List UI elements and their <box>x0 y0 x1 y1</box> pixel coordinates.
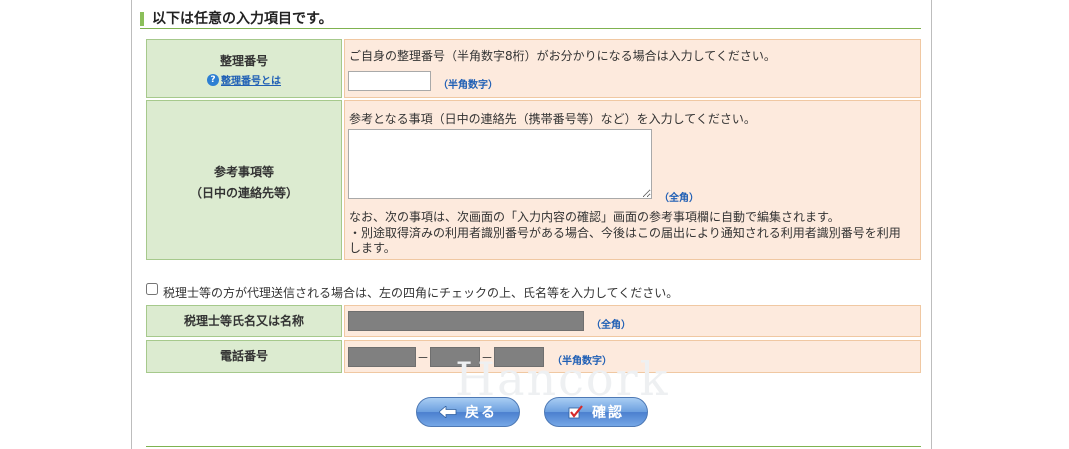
sanko-note-2: ・別途取得済みの利用者識別番号がある場合、今後はこの届出により通知される利用者識… <box>349 226 901 240</box>
sanko-instruction: 参考となる事項（日中の連絡先（携帯番号等）など）を入力してください。 <box>349 112 756 126</box>
page-border-right <box>931 0 932 449</box>
section-header: 以下は任意の入力項目です。 <box>140 10 921 29</box>
help-icon[interactable]: ? <box>207 73 219 86</box>
section-header-bar <box>140 12 144 26</box>
phone-hint: （半角数字） <box>552 356 612 367</box>
sanko-hint: （全角） <box>659 193 699 204</box>
tax-name-field-cell: （全角） <box>344 305 921 337</box>
back-button-label: 戻る <box>465 405 497 421</box>
seiri-input[interactable] <box>348 71 431 91</box>
phone-input-3[interactable] <box>494 347 544 367</box>
sanko-note-1: なお、次の事項は、次画面の「入力内容の確認」画面の参考事項欄に自動で編集されます… <box>349 210 840 224</box>
confirm-button-label: 確認 <box>592 405 624 421</box>
confirm-button[interactable]: 確認 <box>544 397 648 427</box>
seiri-label: 整理番号 <box>219 54 268 68</box>
phone-separator-1: － <box>417 351 430 365</box>
seiri-instruction: ご自身の整理番号（半角数字8桁）がお分かりになる場合は入力してください。 <box>349 49 776 63</box>
tax-name-label: 税理士等氏名又は名称 <box>183 314 304 328</box>
tax-name-hint: （全角） <box>591 320 631 331</box>
page-border-left <box>131 0 132 449</box>
section-title: 以下は任意の入力項目です。 <box>152 11 333 27</box>
phone-label-cell: 電話番号 <box>146 340 342 373</box>
phone-label: 電話番号 <box>219 349 268 363</box>
sanko-field-cell: 参考となる事項（日中の連絡先（携帯番号等）など）を入力してください。 （全角） … <box>344 100 921 260</box>
proxy-checkbox-label: 税理士等の方が代理送信される場合は、左の四角にチェックの上、氏名等を入力してくだ… <box>163 286 679 300</box>
phone-field-cell: － － （半角数字） <box>344 340 921 373</box>
sanko-sublabel: （日中の連絡先等） <box>189 186 298 200</box>
proxy-checkbox[interactable] <box>146 283 158 295</box>
phone-separator-2: － <box>481 351 494 365</box>
arrow-left-icon <box>439 406 457 418</box>
seiri-field-cell: ご自身の整理番号（半角数字8桁）がお分かりになる場合は入力してください。 （半角… <box>344 39 921 98</box>
sanko-label-cell: 参考事項等 （日中の連絡先等） <box>146 100 342 260</box>
phone-input-1[interactable] <box>348 347 416 367</box>
seiri-label-cell: 整理番号 ? 整理番号とは <box>146 39 342 98</box>
tax-name-label-cell: 税理士等氏名又は名称 <box>146 305 342 337</box>
sanko-label: 参考事項等 <box>213 165 274 179</box>
phone-input-2[interactable] <box>430 347 480 367</box>
sanko-note-3: します。 <box>349 241 396 255</box>
tax-name-input[interactable] <box>348 311 584 331</box>
seiri-hint: （半角数字） <box>438 80 498 91</box>
sanko-textarea[interactable] <box>348 129 652 199</box>
back-button[interactable]: 戻る <box>416 397 520 427</box>
seiri-help[interactable]: ? 整理番号とは <box>147 72 341 87</box>
bottom-divider <box>146 446 921 447</box>
checkmark-icon <box>568 405 584 419</box>
seiri-help-link[interactable]: 整理番号とは <box>221 76 281 87</box>
